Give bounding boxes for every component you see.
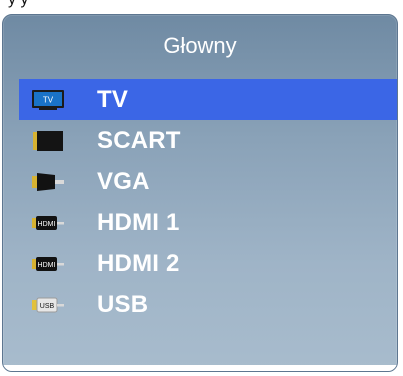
source-item-label: SCART: [97, 126, 181, 154]
vga-icon: [31, 171, 65, 193]
usb-icon: USB: [31, 294, 65, 316]
source-item-label: VGA: [97, 167, 150, 195]
source-item-usb[interactable]: USB USB: [19, 284, 397, 325]
menu-title: Głowny: [163, 33, 237, 58]
source-list: TV TV SCART VGA HDMI HDMI 1 HDMI HDMI 2 …: [19, 79, 397, 325]
source-item-vga[interactable]: VGA: [19, 161, 397, 202]
source-item-label: USB: [97, 290, 149, 318]
source-item-hdmi-2[interactable]: HDMI HDMI 2: [19, 243, 397, 284]
hdmi-icon: HDMI: [31, 253, 65, 275]
source-item-scart[interactable]: SCART: [19, 120, 397, 161]
source-item-label: TV: [97, 85, 129, 113]
usb-icon-text: USB: [40, 303, 55, 310]
hdmi-icon: HDMI: [31, 212, 65, 234]
cropped-top-text-strip: y y: [0, 0, 403, 14]
tv-icon: TV: [31, 89, 65, 111]
source-menu-panel: Głowny TV TV SCART VGA HDMI HDMI 1 HDMI …: [2, 14, 398, 372]
scart-icon: [31, 130, 65, 152]
svg-text:TV: TV: [43, 95, 54, 104]
source-item-label: HDMI 2: [97, 249, 180, 277]
cropped-top-text: y y: [8, 0, 28, 9]
source-item-label: HDMI 1: [97, 208, 180, 236]
source-item-tv[interactable]: TV TV: [19, 79, 397, 120]
hdmi-icon-text: HDMI: [38, 262, 56, 269]
panel-bottom-highlight: [3, 365, 397, 371]
source-item-hdmi-1[interactable]: HDMI HDMI 1: [19, 202, 397, 243]
hdmi-icon-text: HDMI: [38, 221, 56, 228]
